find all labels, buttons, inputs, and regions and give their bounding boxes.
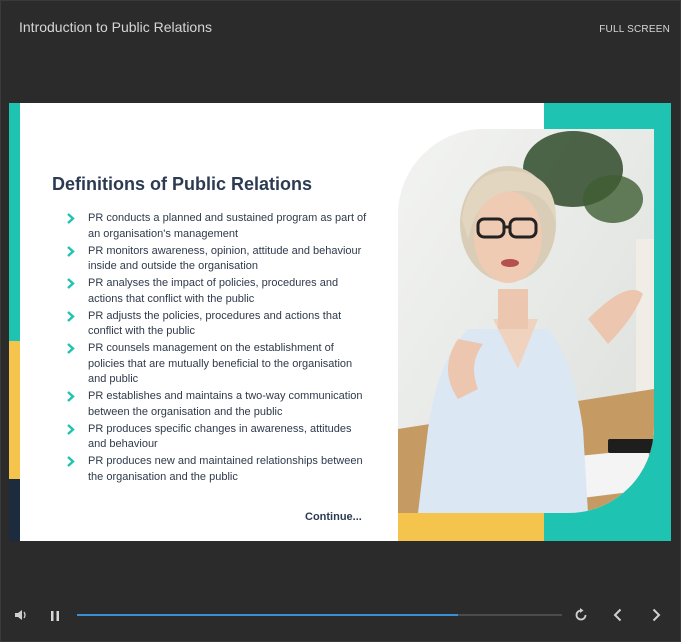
bullet-text: PR adjusts the policies, procedures and …	[88, 309, 342, 338]
continue-link[interactable]: Continue...	[305, 511, 362, 523]
accent-bar-teal	[9, 103, 20, 341]
accent-bar-navy	[9, 479, 20, 541]
bullet-list: PR conducts a planned and sustained prog…	[65, 211, 370, 487]
chevron-right-icon	[67, 343, 75, 354]
replay-button[interactable]	[573, 607, 589, 627]
player-controls	[1, 597, 681, 637]
previous-icon	[613, 608, 622, 622]
next-button[interactable]	[648, 607, 664, 627]
volume-button[interactable]	[13, 607, 29, 627]
chevron-right-icon	[67, 423, 75, 435]
chevron-right-icon	[67, 245, 75, 257]
list-item: PR produces specific changes in awarenes…	[65, 422, 370, 453]
chevron-right-icon	[67, 391, 75, 402]
course-title: Introduction to Public Relations	[19, 19, 212, 35]
progress-bar[interactable]	[77, 614, 562, 616]
pause-icon	[51, 611, 59, 621]
list-item: PR produces new and maintained relations…	[65, 454, 370, 485]
bullet-text: PR produces new and maintained relations…	[88, 455, 363, 483]
chevron-right-icon	[67, 213, 75, 224]
list-item: PR counsels management on the establishm…	[65, 341, 370, 388]
bullet-text: PR establishes and maintains a two-way c…	[88, 390, 363, 418]
chevron-right-icon	[67, 310, 75, 322]
progress-fill	[77, 614, 458, 616]
accent-block-yellow	[398, 513, 544, 541]
next-icon	[652, 608, 661, 622]
pause-button[interactable]	[48, 608, 62, 627]
bullet-text: PR counsels management on the establishm…	[88, 342, 353, 385]
list-item: PR monitors awareness, opinion, attitude…	[65, 244, 370, 275]
bullet-text: PR monitors awareness, opinion, attitude…	[88, 244, 362, 273]
player-header: Introduction to Public Relations FULL SC…	[1, 1, 680, 57]
slide: Definitions of Public Relations PR condu…	[9, 103, 671, 541]
chevron-right-icon	[67, 278, 75, 289]
replay-icon	[575, 608, 587, 621]
list-item: PR conducts a planned and sustained prog…	[65, 211, 370, 242]
previous-button[interactable]	[610, 607, 626, 627]
list-item: PR establishes and maintains a two-way c…	[65, 389, 370, 420]
bullet-text: PR conducts a planned and sustained prog…	[88, 212, 367, 240]
player-window: Introduction to Public Relations FULL SC…	[0, 0, 681, 642]
presenter-illustration	[398, 129, 654, 513]
volume-icon	[15, 610, 26, 620]
accent-bar-yellow	[9, 341, 20, 479]
chevron-right-icon	[67, 456, 75, 467]
presenter-photo	[398, 129, 654, 513]
slide-heading: Definitions of Public Relations	[52, 174, 313, 194]
bullet-text: PR analyses the impact of policies, proc…	[88, 277, 339, 305]
list-item: PR analyses the impact of policies, proc…	[65, 276, 370, 307]
fullscreen-button[interactable]: FULL SCREEN	[599, 24, 670, 35]
bullet-text: PR produces specific changes in awarenes…	[88, 422, 352, 451]
list-item: PR adjusts the policies, procedures and …	[65, 309, 370, 340]
